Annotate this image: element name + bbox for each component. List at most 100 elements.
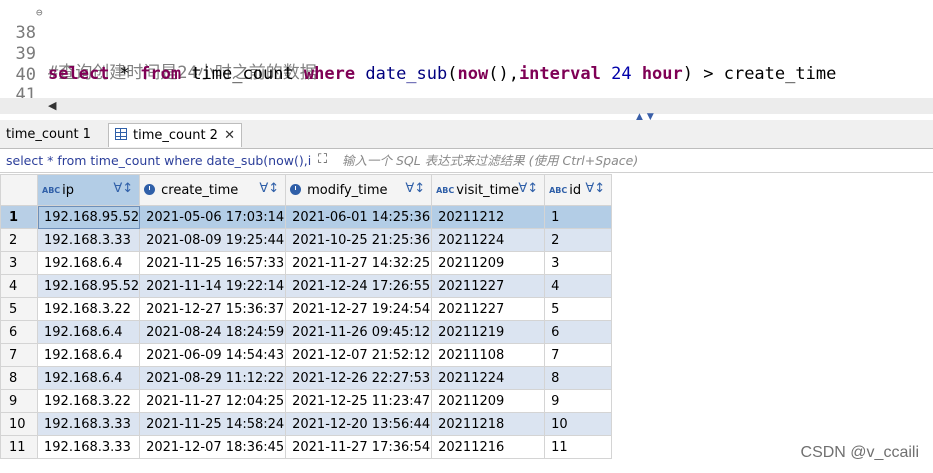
table-row[interactable]: 10 192.168.3.33 2021-11-25 14:58:24 2021-12… (0, 412, 613, 436)
column-header-ip[interactable]: ABC ip ∀↕ (36, 174, 141, 206)
cell-id[interactable]: 4 (544, 274, 613, 298)
cell-ip[interactable]: 192.168.3.22 (36, 389, 141, 413)
table-row[interactable]: 4 192.168.95.52 2021-11-14 19:22:14 2021-12… (0, 274, 613, 298)
cell-create-time[interactable]: 2021-11-25 14:58:24 (139, 412, 287, 436)
table-row[interactable]: 8 192.168.6.4 2021-08-29 11:12:22 2021-12-2… (0, 366, 613, 390)
column-filter-icon[interactable]: ∀↕ (259, 181, 279, 196)
sql-query-text[interactable]: select * from time_count where date_sub(… (48, 64, 836, 84)
cell-visit-time[interactable]: 20211209 (431, 389, 546, 413)
scroll-left-arrow-icon[interactable]: ◀ (48, 99, 56, 112)
row-number[interactable]: 11 (0, 435, 38, 459)
sql-editor[interactable]: 38 ⊖ #查询创建时间是24小时之前的数据 39 select * from … (0, 0, 933, 100)
cell-ip[interactable]: 192.168.3.22 (36, 297, 141, 321)
cell-ip[interactable]: 192.168.3.33 (36, 435, 141, 459)
cell-id[interactable]: 7 (544, 343, 613, 367)
cell-visit-time[interactable]: 20211219 (431, 320, 546, 344)
cell-visit-time[interactable]: 20211224 (431, 228, 546, 252)
row-number[interactable]: 8 (0, 366, 38, 390)
table-row[interactable]: 7 192.168.6.4 2021-06-09 14:54:43 2021-12-0… (0, 343, 613, 367)
cell-ip[interactable]: 192.168.95.52 (36, 205, 141, 229)
cell-modify-time[interactable]: 2021-11-26 09:45:12 (285, 320, 433, 344)
cell-id[interactable]: 2 (544, 228, 613, 252)
cell-ip[interactable]: 192.168.6.4 (36, 251, 141, 275)
cell-create-time[interactable]: 2021-05-06 17:03:14 (139, 205, 287, 229)
cell-visit-time[interactable]: 20211209 (431, 251, 546, 275)
cell-visit-time[interactable]: 20211227 (431, 274, 546, 298)
cell-visit-time[interactable]: 20211218 (431, 412, 546, 436)
cell-ip[interactable]: 192.168.6.4 (36, 366, 141, 390)
cell-create-time[interactable]: 2021-12-27 15:36:37 (139, 297, 287, 321)
column-filter-icon[interactable]: ∀↕ (585, 181, 605, 196)
cell-create-time[interactable]: 2021-06-09 14:54:43 (139, 343, 287, 367)
table-row[interactable]: 3 192.168.6.4 2021-11-25 16:57:33 2021-11-2… (0, 251, 613, 275)
cell-id[interactable]: 5 (544, 297, 613, 321)
cell-create-time[interactable]: 2021-12-07 18:36:45 (139, 435, 287, 459)
row-number[interactable]: 7 (0, 343, 38, 367)
cell-visit-time[interactable]: 20211227 (431, 297, 546, 321)
table-row[interactable]: 2 192.168.3.33 2021-08-09 19:25:44 2021-10-… (0, 228, 613, 252)
close-tab-icon[interactable]: ✕ (224, 124, 235, 148)
cell-modify-time[interactable]: 2021-11-27 14:32:25 (285, 251, 433, 275)
fold-marker-icon[interactable]: ⊖ (36, 3, 46, 23)
row-number[interactable]: 1 (0, 205, 38, 229)
cell-modify-time[interactable]: 2021-10-25 21:25:36 (285, 228, 433, 252)
cell-create-time[interactable]: 2021-08-09 19:25:44 (139, 228, 287, 252)
row-number[interactable]: 9 (0, 389, 38, 413)
cell-create-time[interactable]: 2021-11-27 12:04:25 (139, 389, 287, 413)
cell-create-time[interactable]: 2021-11-14 19:22:14 (139, 274, 287, 298)
row-number[interactable]: 10 (0, 412, 38, 436)
column-header-modify-time[interactable]: modify_time ∀↕ (285, 174, 433, 206)
filter-sql-text[interactable]: select * from time_count where date_sub(… (6, 150, 312, 172)
cell-id[interactable]: 1 (544, 205, 613, 229)
expand-filter-icon[interactable]: ⛶ (318, 152, 327, 167)
table-row[interactable]: 5 192.168.3.22 2021-12-27 15:36:37 2021-12-… (0, 297, 613, 321)
row-number[interactable]: 6 (0, 320, 38, 344)
column-header-visit-time[interactable]: ABC visit_time ∀↕ (431, 174, 546, 206)
row-number-header[interactable] (0, 174, 38, 206)
cell-modify-time[interactable]: 2021-12-07 21:52:12 (285, 343, 433, 367)
cell-modify-time[interactable]: 2021-12-24 17:26:55 (285, 274, 433, 298)
result-grid[interactable]: ABC ip ∀↕ create_time ∀↕ modify_time ∀↕ A… (0, 174, 613, 459)
cell-modify-time[interactable]: 2021-06-01 14:25:36 (285, 205, 433, 229)
cell-modify-time[interactable]: 2021-12-20 13:56:44 (285, 412, 433, 436)
row-number[interactable]: 3 (0, 251, 38, 275)
cell-create-time[interactable]: 2021-08-24 18:24:59 (139, 320, 287, 344)
cell-visit-time[interactable]: 20211216 (431, 435, 546, 459)
column-header-create-time[interactable]: create_time ∀↕ (139, 174, 287, 206)
cell-create-time[interactable]: 2021-11-25 16:57:33 (139, 251, 287, 275)
column-filter-icon[interactable]: ∀↕ (113, 181, 133, 196)
cell-modify-time[interactable]: 2021-11-27 17:36:54 (285, 435, 433, 459)
cell-ip[interactable]: 192.168.3.33 (36, 412, 141, 436)
table-row[interactable]: 1 192.168.95.52 2021-05-06 17:03:14 2021-06… (0, 205, 613, 229)
cell-ip[interactable]: 192.168.3.33 (36, 228, 141, 252)
cell-id[interactable]: 8 (544, 366, 613, 390)
cell-modify-time[interactable]: 2021-12-25 11:23:47 (285, 389, 433, 413)
cell-ip[interactable]: 192.168.95.52 (36, 274, 141, 298)
table-row[interactable]: 11 192.168.3.33 2021-12-07 18:36:45 2021-11… (0, 435, 613, 459)
cell-id[interactable]: 10 (544, 412, 613, 436)
tab-time-count-1[interactable]: time_count 1 (0, 123, 104, 147)
row-number[interactable]: 2 (0, 228, 38, 252)
row-number[interactable]: 4 (0, 274, 38, 298)
table-row[interactable]: 6 192.168.6.4 2021-08-24 18:24:59 2021-11-2… (0, 320, 613, 344)
column-filter-icon[interactable]: ∀↕ (405, 181, 425, 196)
cell-create-time[interactable]: 2021-08-29 11:12:22 (139, 366, 287, 390)
cell-visit-time[interactable]: 20211212 (431, 205, 546, 229)
cell-id[interactable]: 9 (544, 389, 613, 413)
cell-ip[interactable]: 192.168.6.4 (36, 343, 141, 367)
editor-horizontal-scrollbar[interactable]: ◀ (0, 98, 933, 114)
table-row[interactable]: 9 192.168.3.22 2021-11-27 12:04:25 2021-12-… (0, 389, 613, 413)
cell-visit-time[interactable]: 20211108 (431, 343, 546, 367)
row-number[interactable]: 5 (0, 297, 38, 321)
cell-id[interactable]: 6 (544, 320, 613, 344)
column-header-id[interactable]: ABC id ∀↕ (544, 174, 613, 206)
cell-id[interactable]: 3 (544, 251, 613, 275)
cell-id[interactable]: 11 (544, 435, 613, 459)
filter-input[interactable]: 输入一个 SQL 表达式来过滤结果 (使用 Ctrl+Space) (342, 150, 638, 172)
cell-visit-time[interactable]: 20211224 (431, 366, 546, 390)
cell-modify-time[interactable]: 2021-12-26 22:27:53 (285, 366, 433, 390)
column-filter-icon[interactable]: ∀↕ (518, 181, 538, 196)
cell-modify-time[interactable]: 2021-12-27 19:24:54 (285, 297, 433, 321)
cell-ip[interactable]: 192.168.6.4 (36, 320, 141, 344)
tab-time-count-2[interactable]: time_count 2 ✕ (108, 123, 242, 147)
